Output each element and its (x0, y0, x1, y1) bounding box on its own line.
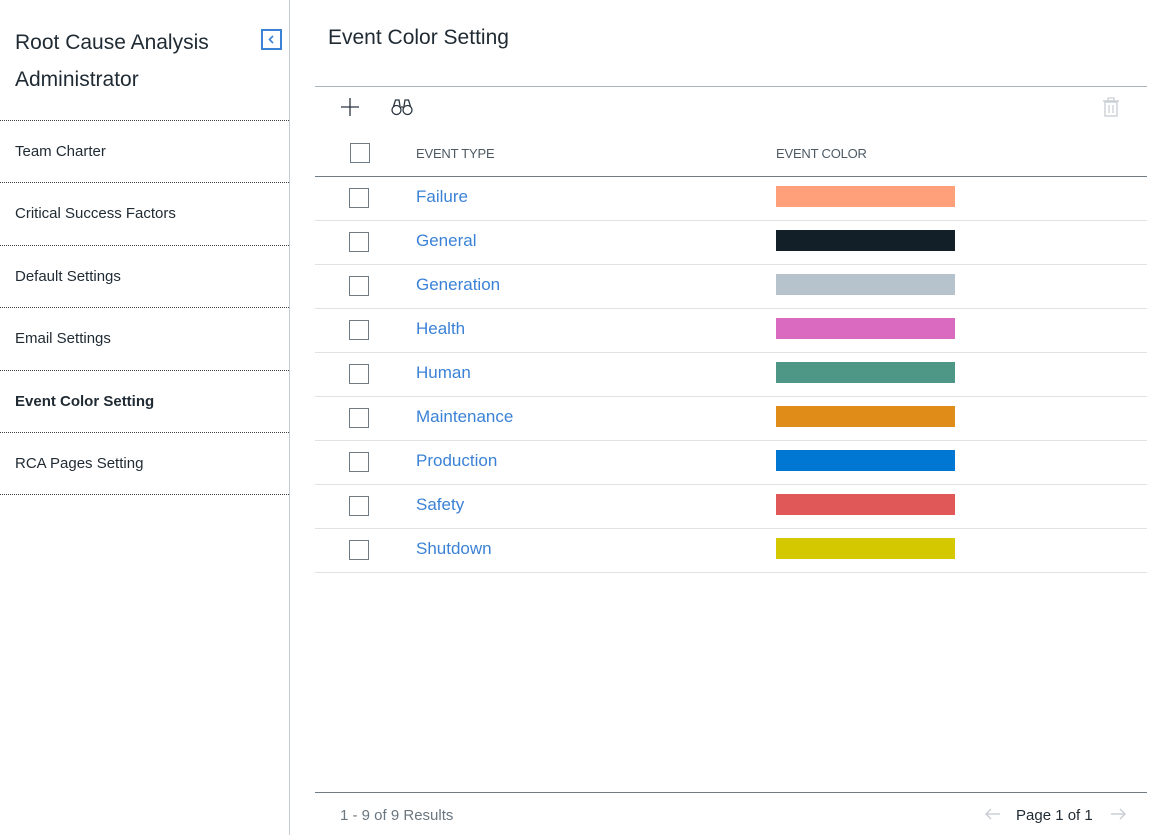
table-row: Safety (315, 485, 1147, 529)
page-title: Event Color Setting (328, 26, 509, 49)
row-checkbox[interactable] (349, 540, 369, 560)
event-type-link[interactable]: Maintenance (416, 407, 513, 427)
table-row: Maintenance (315, 397, 1147, 441)
sidebar-item-critical-success-factors[interactable]: Critical Success Factors (0, 183, 289, 246)
row-checkbox[interactable] (349, 364, 369, 384)
toolbar (315, 86, 1147, 124)
table-row: Generation (315, 265, 1147, 309)
delete-button[interactable] (1099, 95, 1123, 119)
next-page-button[interactable] (1108, 804, 1128, 824)
sidebar-item-event-color-setting[interactable]: Event Color Setting (0, 371, 289, 433)
event-color-swatch (776, 186, 955, 207)
results-count: 1 - 9 of 9 Results (340, 807, 454, 824)
sidebar-header: Root Cause Analysis Administrator (0, 0, 289, 121)
collapse-sidebar-button[interactable] (261, 29, 282, 50)
event-color-swatch (776, 450, 955, 471)
column-header-event-type[interactable]: EVENT TYPE (416, 146, 495, 161)
event-color-swatch (776, 274, 955, 295)
binoculars-icon (391, 99, 413, 116)
sidebar-title: Root Cause Analysis Administrator (15, 31, 209, 91)
event-type-link[interactable]: Generation (416, 275, 500, 295)
event-color-swatch (776, 538, 955, 559)
plus-icon (341, 98, 359, 116)
grid-header: EVENT TYPE EVENT COLOR (315, 134, 1147, 177)
sidebar-item-team-charter[interactable]: Team Charter (0, 121, 289, 184)
add-button[interactable] (338, 95, 362, 119)
find-button[interactable] (390, 95, 414, 119)
row-checkbox[interactable] (349, 408, 369, 428)
event-type-link[interactable]: Human (416, 363, 471, 383)
row-checkbox[interactable] (349, 320, 369, 340)
sidebar-item-rca-pages-setting[interactable]: RCA Pages Setting (0, 433, 289, 496)
sidebar: Root Cause Analysis Administrator Team C… (0, 0, 290, 835)
table-row: Production (315, 441, 1147, 485)
grid-body: Failure General Generation Health Human Maint… (315, 177, 1147, 573)
select-all-checkbox[interactable] (350, 143, 370, 163)
chevron-left-icon (268, 35, 274, 44)
main-panel: Event Color Setting EVENT TYPE EVENT COL… (291, 0, 1170, 835)
table-row: General (315, 221, 1147, 265)
table-row: Shutdown (315, 529, 1147, 573)
row-checkbox[interactable] (349, 496, 369, 516)
sidebar-item-default-settings[interactable]: Default Settings (0, 246, 289, 309)
event-type-link[interactable]: Production (416, 451, 497, 471)
row-checkbox[interactable] (349, 276, 369, 296)
event-color-swatch (776, 406, 955, 427)
column-header-event-color[interactable]: EVENT COLOR (776, 146, 867, 161)
event-type-link[interactable]: Health (416, 319, 465, 339)
event-color-swatch (776, 494, 955, 515)
row-checkbox[interactable] (349, 232, 369, 252)
arrow-right-icon (1111, 808, 1126, 820)
event-type-link[interactable]: Failure (416, 187, 468, 207)
trash-icon (1103, 97, 1119, 117)
sidebar-item-email-settings[interactable]: Email Settings (0, 308, 289, 371)
event-type-link[interactable]: General (416, 231, 476, 251)
table-row: Human (315, 353, 1147, 397)
arrow-left-icon (985, 808, 1000, 820)
page-indicator: Page 1 of 1 (1016, 807, 1093, 824)
table-row: Health (315, 309, 1147, 353)
event-color-swatch (776, 362, 955, 383)
grid-footer: 1 - 9 of 9 Results Page 1 of 1 (315, 792, 1147, 835)
event-type-link[interactable]: Safety (416, 495, 464, 515)
event-color-swatch (776, 318, 955, 339)
table-row: Failure (315, 177, 1147, 221)
event-color-swatch (776, 230, 955, 251)
row-checkbox[interactable] (349, 452, 369, 472)
previous-page-button[interactable] (983, 804, 1003, 824)
row-checkbox[interactable] (349, 188, 369, 208)
event-type-link[interactable]: Shutdown (416, 539, 492, 559)
